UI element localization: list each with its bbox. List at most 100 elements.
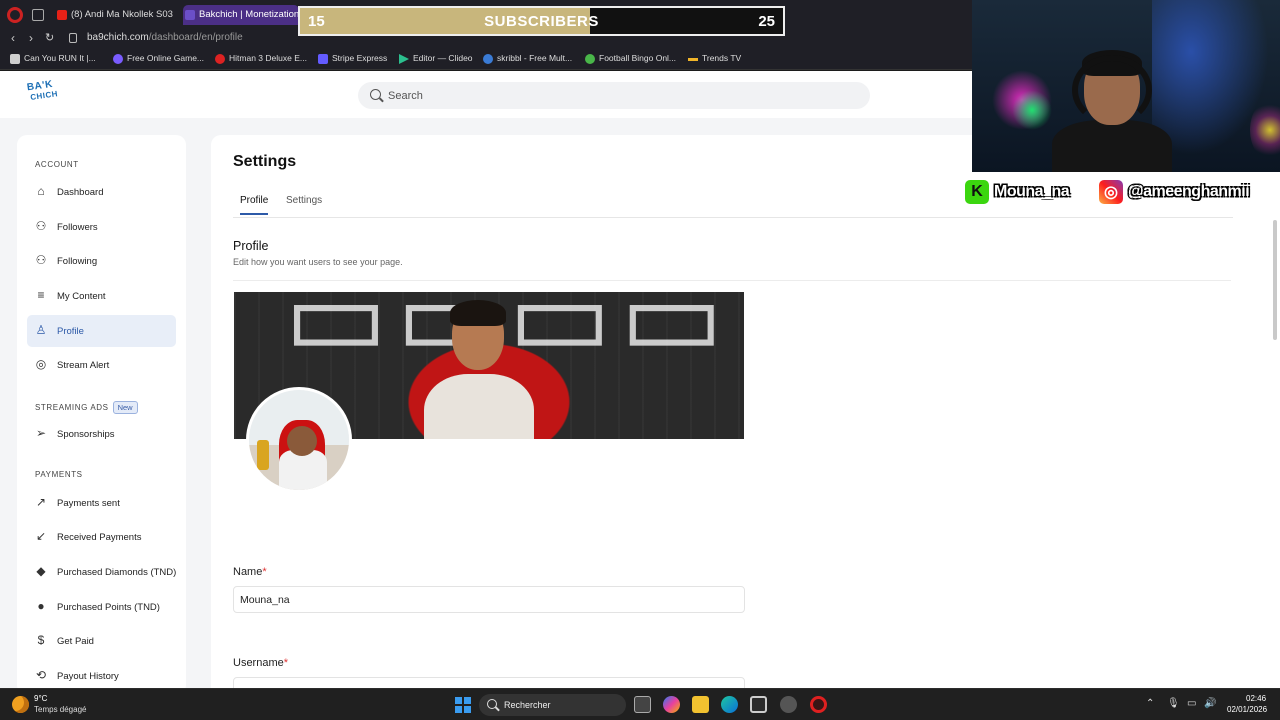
bakchich-logo[interactable]: BA'K CHICH — [26, 79, 63, 109]
required-mark: * — [283, 657, 289, 669]
bookmark-item[interactable]: Editor — Clideo — [399, 53, 473, 64]
weather-moon-icon[interactable] — [12, 696, 29, 713]
copilot-icon[interactable] — [663, 696, 680, 713]
lock-icon[interactable] — [69, 33, 77, 43]
browser-tab-active[interactable]: Bakchich | Monetization fo — [183, 5, 299, 25]
sidebar-section-account: ACCOUNT — [35, 160, 79, 169]
url-field[interactable]: ba9chich.com/dashboard/en/profile — [87, 32, 243, 43]
avatar[interactable] — [246, 387, 352, 493]
history-icon: ⟲ — [35, 668, 47, 682]
streamer-body — [1052, 120, 1172, 172]
tab-islands-icon[interactable] — [32, 9, 44, 21]
sidebar-item-purchased-points[interactable]: ● Purchased Points (TND) — [27, 591, 176, 623]
search-icon — [370, 89, 381, 100]
coin-icon: ● — [37, 599, 45, 613]
microphone-icon[interactable]: 🎙 — [1167, 698, 1180, 709]
bookmark-favicon-icon — [483, 54, 493, 64]
page-scrollbar[interactable] — [1272, 120, 1278, 700]
back-icon[interactable]: ‹ — [11, 31, 15, 45]
user-icon: ♙ — [35, 323, 47, 337]
bookmark-item[interactable]: Football Bingo Onl... — [585, 53, 676, 64]
app-icon[interactable] — [780, 696, 797, 713]
forward-icon[interactable]: › — [29, 31, 33, 45]
required-mark: * — [262, 566, 267, 578]
bookmark-favicon-icon — [10, 54, 20, 64]
opera-gx-icon[interactable] — [810, 696, 827, 713]
search-box — [358, 82, 870, 109]
sidebar-item-label: Received Payments — [57, 532, 142, 543]
browser-tab[interactable]: (8) Andi Ma Nkollek S03- — [55, 5, 173, 25]
bookmark-item[interactable]: Free Online Game... — [113, 53, 205, 64]
tab-profile[interactable]: Profile — [240, 195, 269, 215]
store-icon[interactable] — [750, 696, 767, 713]
arrow-up-right-icon: ↗ — [35, 495, 47, 509]
bookmark-label: Hitman 3 Deluxe E... — [229, 53, 307, 63]
sidebar-item-label: Purchased Diamonds (TND) — [57, 567, 177, 578]
webcam-overlay — [972, 0, 1280, 172]
name-field[interactable] — [233, 586, 745, 613]
sidebar-item-my-content[interactable]: ≡ My Content — [27, 280, 176, 312]
sidebar-item-sponsorships[interactable]: ➢ Sponsorships — [27, 418, 176, 450]
display-icon[interactable]: ▭ — [1187, 698, 1196, 709]
scrollbar-thumb[interactable] — [1273, 220, 1277, 340]
sidebar-item-payout-history[interactable]: ⟲ Payout History — [27, 660, 176, 688]
bookmark-label: Editor — Clideo — [413, 53, 473, 63]
bookmark-item[interactable]: Hitman 3 Deluxe E... — [215, 53, 307, 64]
sidebar-item-label: Sponsorships — [57, 429, 115, 440]
bakchich-favicon-icon — [185, 10, 195, 20]
headset-icon — [1072, 55, 1152, 125]
sidebar: ACCOUNT ⌂ Dashboard ⚇ Followers ⚇ Follow… — [17, 135, 186, 688]
taskbar-search-label: Rechercher — [504, 700, 551, 710]
username-label: Username* — [233, 657, 288, 669]
bookmark-favicon-icon — [113, 54, 123, 64]
sidebar-item-label: Payout History — [57, 671, 119, 682]
file-explorer-icon[interactable] — [692, 696, 709, 713]
chevron-up-icon[interactable]: ⌃ — [1146, 698, 1154, 709]
weather-temperature[interactable]: 9°C — [34, 694, 47, 703]
windows-start-icon[interactable] — [455, 697, 471, 713]
youtube-icon — [57, 10, 67, 20]
reload-icon[interactable]: ↻ — [45, 31, 54, 44]
sidebar-section-payments: PAYMENTS — [35, 470, 83, 479]
sidebar-item-dashboard[interactable]: ⌂ Dashboard — [27, 176, 176, 208]
target-icon: ◎ — [35, 357, 47, 371]
edge-icon[interactable] — [721, 696, 738, 713]
sidebar-item-payments-sent[interactable]: ↗ Payments sent — [27, 487, 176, 519]
new-badge: New — [112, 401, 138, 414]
bookmark-item[interactable]: Can You RUN It |... — [10, 53, 96, 64]
tab-settings[interactable]: Settings — [286, 195, 322, 213]
sidebar-item-followers[interactable]: ⚇ Followers — [27, 211, 176, 243]
bookmark-label: Free Online Game... — [127, 53, 205, 63]
home-icon: ⌂ — [37, 184, 45, 198]
volume-icon[interactable]: 🔊 — [1204, 698, 1216, 709]
section-title: STREAMING ADS — [35, 403, 109, 412]
bookmark-item[interactable]: Trends TV — [688, 53, 741, 63]
weather-description[interactable]: Temps dégagé — [34, 705, 86, 714]
sidebar-item-get-paid[interactable]: $ Get Paid — [27, 625, 176, 657]
sidebar-item-following[interactable]: ⚇ Following — [27, 245, 176, 277]
subscriber-goal-bar: 15 SUBSCRIBERS 25 — [298, 6, 785, 36]
sidebar-item-received-payments[interactable]: ↙ Received Payments — [27, 521, 176, 553]
goal-target-value: 25 — [758, 13, 775, 30]
bookmark-label: Trends TV — [702, 53, 742, 63]
sidebar-item-label: Purchased Points (TND) — [57, 602, 160, 613]
username-field[interactable] — [233, 677, 745, 688]
bookmark-item[interactable]: Stripe Express — [318, 53, 387, 64]
bookmark-item[interactable]: skribbl - Free Mult... — [483, 53, 572, 64]
field-label-text: Username — [233, 657, 284, 669]
sidebar-item-profile[interactable]: ♙ Profile — [27, 315, 176, 347]
sidebar-item-purchased-diamonds[interactable]: ◆ Purchased Diamonds (TND) — [27, 556, 176, 588]
sidebar-item-label: Profile — [57, 326, 84, 337]
sidebar-item-stream-alert[interactable]: ◎ Stream Alert — [27, 349, 176, 381]
browser-tab-label: (8) Andi Ma Nkollek S03- — [71, 9, 173, 20]
divider — [233, 280, 1231, 281]
clock-time[interactable]: 02:46 — [1246, 694, 1266, 703]
task-view-icon[interactable] — [634, 696, 651, 713]
instagram-icon: ◎ — [1097, 177, 1125, 206]
clock-date[interactable]: 02/01/2026 — [1227, 705, 1267, 714]
section-title: ACCOUNT — [35, 160, 79, 169]
opera-logo-icon[interactable] — [7, 7, 23, 23]
instagram-handle-text: @ameenghanmii — [1128, 182, 1250, 200]
taskbar-search[interactable]: Rechercher — [479, 694, 626, 716]
search-input[interactable] — [388, 82, 858, 109]
